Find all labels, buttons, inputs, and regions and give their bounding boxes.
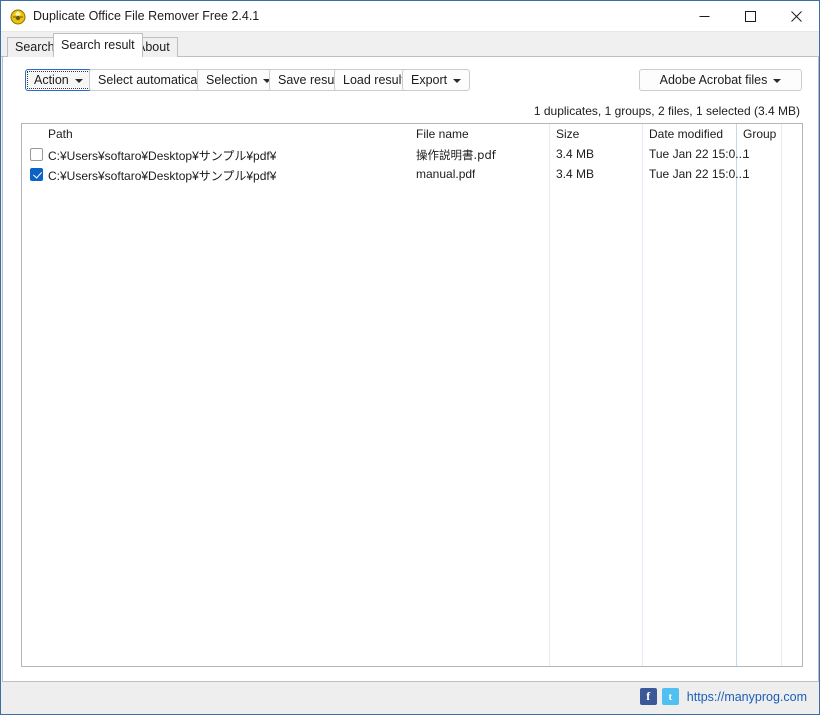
row-checkbox[interactable] — [30, 168, 43, 181]
selection-button-label: Selection — [206, 73, 258, 87]
column-header-path[interactable]: Path — [48, 127, 73, 141]
export-button-label: Export — [411, 73, 448, 87]
app-shield-icon — [10, 9, 26, 25]
cell-group: 1 — [743, 147, 750, 161]
action-button-label: Action — [34, 73, 69, 87]
toolbar: Action Select automatically Selection Sa… — [3, 57, 818, 97]
maximize-icon — [744, 10, 756, 22]
column-divider-group[interactable] — [736, 124, 737, 666]
status-bar: f t https://manyprog.com — [1, 682, 819, 714]
save-result-label: Save result — [278, 73, 341, 87]
column-header-group[interactable]: Group — [743, 127, 776, 141]
cell-date-modified: Tue Jan 22 15:0... — [649, 167, 746, 181]
chevron-down-icon — [773, 79, 782, 83]
facebook-icon[interactable]: f — [639, 688, 657, 705]
result-summary: 1 duplicates, 1 groups, 2 files, 1 selec… — [533, 104, 800, 118]
cell-date-modified: Tue Jan 22 15:0... — [649, 147, 746, 161]
export-button[interactable]: Export — [402, 69, 471, 91]
cell-file-name: manual.pdf — [416, 167, 476, 181]
cell-path: C:¥Users¥softaro¥Desktop¥サンプル¥pdf¥ — [48, 149, 277, 163]
results-list[interactable]: Path File name Size Date modified Group … — [21, 123, 803, 667]
close-icon — [790, 10, 802, 22]
row-checkbox[interactable] — [30, 148, 43, 161]
action-button[interactable]: Action — [25, 69, 92, 91]
selection-button[interactable]: Selection — [197, 69, 281, 91]
cell-group: 1 — [743, 167, 750, 181]
twitter-icon[interactable]: t — [661, 688, 679, 705]
maximize-button[interactable] — [727, 1, 773, 31]
table-row[interactable]: C:¥Users¥softaro¥Desktop¥サンプル¥pdf¥ 操作説明書… — [22, 145, 802, 165]
chevron-down-icon — [453, 79, 462, 83]
column-header-file-name[interactable]: File name — [416, 127, 469, 141]
close-button[interactable] — [773, 1, 819, 31]
column-divider-date[interactable] — [642, 124, 643, 666]
column-divider-size[interactable] — [549, 124, 550, 666]
search-result-panel: Action Select automatically Selection Sa… — [2, 57, 819, 682]
file-type-label: Adobe Acrobat files — [659, 73, 768, 87]
minimize-icon — [699, 15, 709, 17]
cell-path: C:¥Users¥softaro¥Desktop¥サンプル¥pdf¥ — [48, 169, 277, 183]
select-automatically-label: Select automatically — [98, 73, 210, 87]
cell-file-name: 操作説明書.pdf — [416, 148, 496, 162]
table-row[interactable]: C:¥Users¥softaro¥Desktop¥サンプル¥pdf¥ manua… — [22, 165, 802, 185]
chevron-down-icon — [74, 79, 83, 83]
minimize-button[interactable] — [681, 1, 727, 31]
application-window: Duplicate Office File Remover Free 2.4.1… — [0, 0, 820, 715]
tab-strip: Search Search result About — [1, 32, 819, 57]
title-bar: Duplicate Office File Remover Free 2.4.1 — [1, 1, 819, 32]
cell-size: 3.4 MB — [556, 167, 595, 181]
file-type-dropdown[interactable]: Adobe Acrobat files — [639, 69, 802, 91]
cell-size: 3.4 MB — [556, 147, 595, 161]
column-divider-end[interactable] — [781, 124, 782, 666]
website-link[interactable]: https://manyprog.com — [687, 690, 807, 704]
column-header-size[interactable]: Size — [556, 127, 579, 141]
list-header-row: Path File name Size Date modified Group — [22, 124, 802, 145]
social-links: f t https://manyprog.com — [639, 688, 807, 705]
column-header-date-modified[interactable]: Date modified — [649, 127, 723, 141]
tab-search-result[interactable]: Search result — [53, 33, 143, 57]
load-result-label: Load result — [343, 73, 405, 87]
window-title: Duplicate Office File Remover Free 2.4.1 — [33, 9, 260, 23]
